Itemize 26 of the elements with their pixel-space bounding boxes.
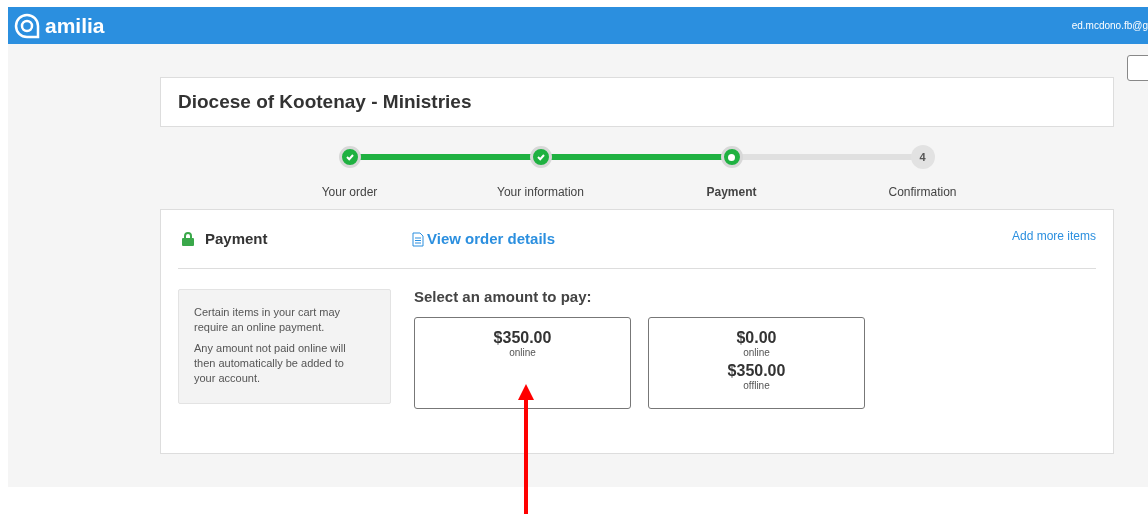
step-number: 4 bbox=[910, 145, 935, 169]
info-text: Certain items in your cart may require an online payment. bbox=[194, 305, 342, 335]
payment-heading: Payment bbox=[205, 228, 269, 249]
amount-option[interactable]: $0.00 online $350.00 offline bbox=[648, 316, 865, 409]
step-label: Your order bbox=[321, 184, 378, 201]
amount-prompt: Select an amount to pay: bbox=[414, 287, 593, 307]
menu-toggle[interactable] bbox=[1127, 55, 1148, 81]
user-email[interactable]: ed.mcdono.fb@g bbox=[1071, 18, 1148, 33]
amount-value: $350.00 bbox=[493, 328, 552, 347]
amount-label: online bbox=[743, 346, 770, 359]
lock-icon bbox=[182, 232, 194, 246]
amount-option[interactable]: $350.00 online bbox=[414, 316, 631, 409]
amount-label: offline bbox=[743, 379, 770, 392]
add-items-link[interactable]: Add more items bbox=[1011, 227, 1096, 245]
info-text: Any amount not paid online will then automatically be added to your account. bbox=[194, 341, 347, 386]
step-label: Your information bbox=[497, 184, 584, 201]
view-order-link[interactable]: View order details bbox=[412, 227, 556, 251]
page-title: Diocese of Kootenay - Ministries bbox=[178, 89, 472, 114]
logo-icon bbox=[14, 12, 40, 39]
step-label: Payment bbox=[706, 184, 757, 201]
amount-value: $0.00 bbox=[736, 328, 777, 347]
amount-label: online bbox=[509, 346, 536, 359]
step-label: Confirmation bbox=[888, 184, 957, 201]
amount-value: $350.00 bbox=[727, 361, 786, 380]
brand-name: amilia bbox=[45, 12, 105, 39]
document-icon bbox=[412, 231, 424, 247]
